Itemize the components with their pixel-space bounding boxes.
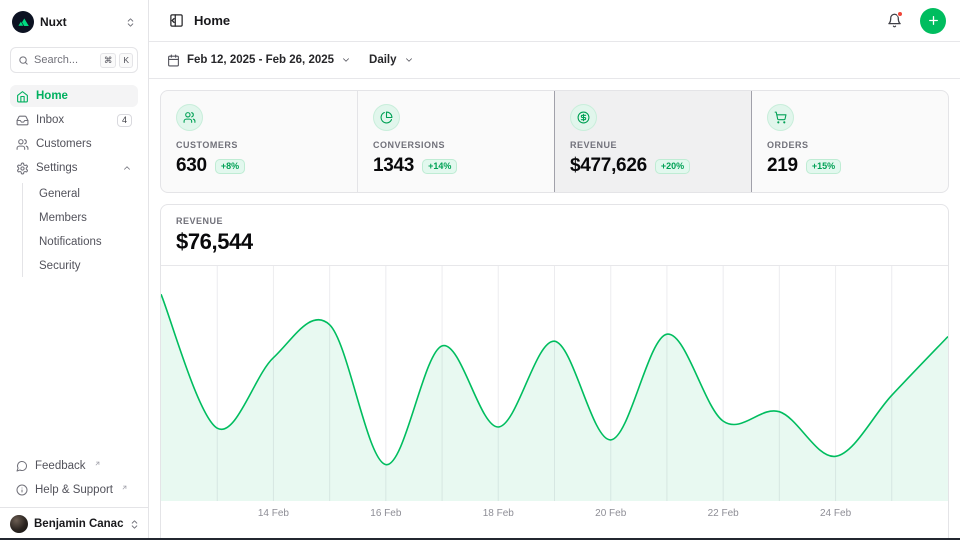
period-select[interactable]: Daily — [369, 54, 414, 66]
sidebar-nav: Home Inbox 4 Customers Settings — [10, 85, 138, 277]
sidebar-item-security[interactable]: Security — [33, 255, 138, 277]
sidebar-spacer — [0, 277, 148, 455]
sidebar-item-inbox[interactable]: Inbox 4 — [10, 109, 138, 131]
dashboard-content: CUSTOMERS 630 +8% CONVERSIONS 1343 +14% — [149, 79, 960, 540]
avatar — [10, 515, 28, 533]
cart-icon — [774, 111, 787, 124]
stats-row: CUSTOMERS 630 +8% CONVERSIONS 1343 +14% — [160, 90, 949, 193]
plus-icon — [927, 14, 940, 27]
stat-card-revenue[interactable]: REVENUE $477,626 +20% — [555, 91, 751, 192]
user-name: Benjamin Canac — [34, 518, 123, 530]
chart-header: REVENUE $76,544 — [161, 205, 948, 266]
x-axis-label: 20 Feb — [595, 508, 626, 519]
stat-card-conversions[interactable]: CONVERSIONS 1343 +14% — [358, 91, 554, 192]
stat-card-orders[interactable]: ORDERS 219 +15% — [752, 91, 948, 192]
stat-value: 1343 — [373, 155, 414, 177]
collapse-sidebar-button[interactable] — [167, 8, 185, 34]
stat-delta-badge: +15% — [806, 159, 841, 174]
gear-icon — [16, 162, 29, 175]
search-placeholder: Search... — [34, 54, 95, 66]
x-axis-label: 18 Feb — [483, 508, 514, 519]
kbd-k: K — [119, 53, 133, 68]
stat-label: CONVERSIONS — [373, 140, 539, 150]
period-value: Daily — [369, 54, 397, 66]
notification-dot — [897, 11, 903, 17]
page-title: Home — [194, 13, 872, 28]
app-root: Nuxt Search... ⌘ K Home Inbox — [0, 0, 960, 540]
stat-delta-badge: +8% — [215, 159, 245, 174]
arrow-up-right-icon — [121, 484, 128, 491]
chevron-updown-icon — [125, 17, 136, 28]
stat-card-customers[interactable]: CUSTOMERS 630 +8% — [161, 91, 357, 192]
home-icon — [16, 90, 29, 103]
date-range-picker[interactable]: Feb 12, 2025 - Feb 26, 2025 — [167, 54, 351, 67]
date-range-value: Feb 12, 2025 - Feb 26, 2025 — [187, 54, 334, 66]
team-name: Nuxt — [40, 15, 119, 29]
x-axis-labels: 14 Feb 16 Feb 18 Feb 20 Feb 22 Feb 24 Feb — [161, 501, 948, 531]
page-header: Home — [149, 0, 960, 42]
settings-subnav: General Members Notifications Security — [22, 183, 138, 277]
arrow-up-right-icon — [94, 460, 101, 467]
stat-label: REVENUE — [570, 140, 736, 150]
stat-value: 630 — [176, 155, 207, 177]
message-bubble-icon — [16, 460, 28, 472]
search-input[interactable]: Search... ⌘ K — [10, 47, 138, 73]
add-button[interactable] — [920, 8, 946, 34]
chevron-updown-icon — [129, 519, 140, 530]
sidebar-item-notifications[interactable]: Notifications — [33, 231, 138, 253]
user-menu[interactable]: Benjamin Canac — [0, 507, 148, 540]
stat-value: $477,626 — [570, 155, 647, 177]
revenue-chart-svg — [161, 266, 948, 501]
sidebar-footer: Feedback Help & Support — [0, 455, 148, 507]
stat-label: ORDERS — [767, 140, 933, 150]
panel-left-close-icon — [169, 13, 184, 28]
pie-chart-icon — [380, 111, 393, 124]
x-axis-label: 16 Feb — [370, 508, 401, 519]
chart-plot[interactable]: 14 Feb 16 Feb 18 Feb 20 Feb 22 Feb 24 Feb — [161, 266, 948, 531]
sidebar: Nuxt Search... ⌘ K Home Inbox — [0, 0, 149, 540]
chart-value: $76,544 — [176, 229, 933, 255]
main-area: Home Feb 12, 2025 - Feb 26, 2025 Daily — [149, 0, 960, 540]
stat-value: 219 — [767, 155, 798, 177]
chevron-down-icon — [341, 55, 351, 65]
stat-label: CUSTOMERS — [176, 140, 342, 150]
revenue-chart-card: REVENUE $76,544 14 Feb 16 Feb 18 Feb 20 Feb… — [160, 204, 949, 540]
x-axis-label: 22 Feb — [708, 508, 739, 519]
dollar-circle-icon — [577, 111, 590, 124]
chart-label: REVENUE — [176, 216, 933, 226]
sidebar-item-settings[interactable]: Settings — [10, 157, 138, 179]
users-icon — [183, 111, 196, 124]
kbd-cmd: ⌘ — [100, 53, 117, 68]
chevron-down-icon — [404, 55, 414, 65]
search-shortcut: ⌘ K — [100, 53, 133, 68]
x-axis-label: 14 Feb — [258, 508, 289, 519]
sidebar-item-help-support[interactable]: Help & Support — [10, 479, 138, 501]
filter-toolbar: Feb 12, 2025 - Feb 26, 2025 Daily — [149, 42, 960, 79]
chevron-up-icon — [122, 163, 132, 173]
sidebar-item-general[interactable]: General — [33, 183, 138, 205]
sidebar-item-home[interactable]: Home — [10, 85, 138, 107]
calendar-icon — [167, 54, 180, 67]
users-icon — [16, 138, 29, 151]
inbox-count-badge: 4 — [117, 114, 132, 127]
stat-delta-badge: +20% — [655, 159, 690, 174]
nuxt-logo-icon — [12, 11, 34, 33]
search-icon — [18, 55, 29, 66]
notifications-button[interactable] — [881, 8, 907, 34]
sidebar-item-members[interactable]: Members — [33, 207, 138, 229]
sidebar-item-feedback[interactable]: Feedback — [10, 455, 138, 477]
team-switcher[interactable]: Nuxt — [10, 9, 138, 35]
inbox-icon — [16, 114, 29, 127]
stat-delta-badge: +14% — [422, 159, 457, 174]
x-axis-label: 24 Feb — [820, 508, 851, 519]
info-circle-icon — [16, 484, 28, 496]
sidebar-item-customers[interactable]: Customers — [10, 133, 138, 155]
